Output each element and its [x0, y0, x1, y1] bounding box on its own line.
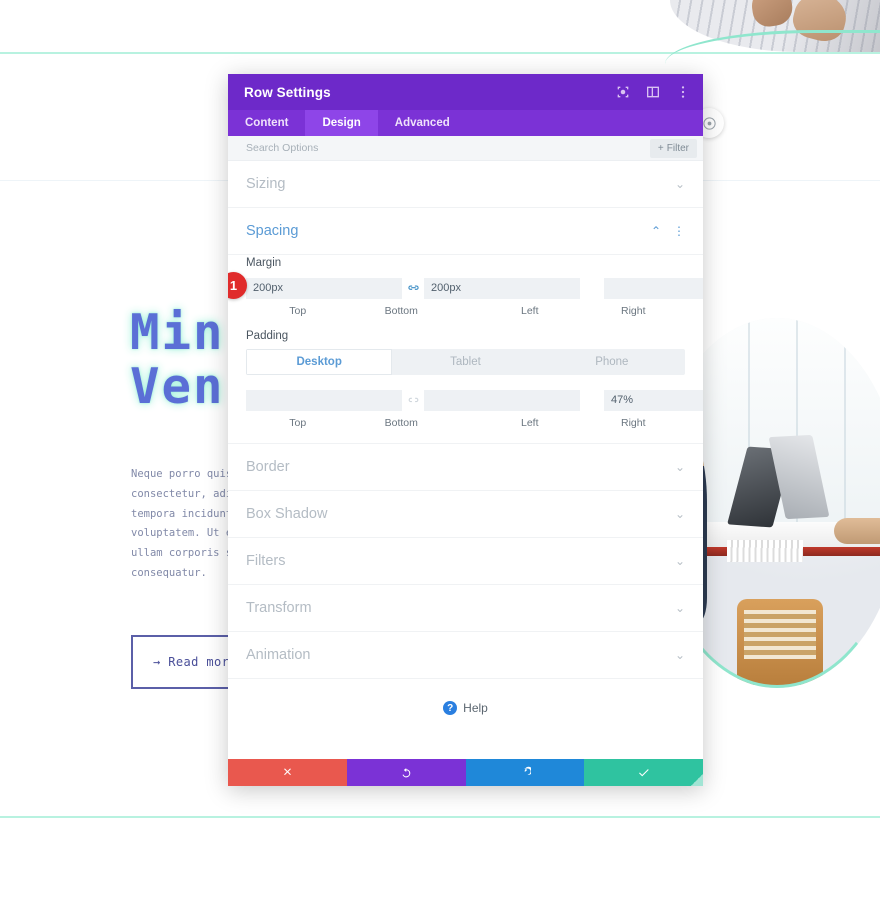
- section-spacing-label: Spacing: [246, 223, 299, 239]
- save-button[interactable]: [584, 759, 703, 786]
- chevron-down-icon: ⌄: [674, 177, 685, 191]
- device-phone[interactable]: Phone: [539, 349, 685, 375]
- chevron-down-icon: ⌄: [674, 507, 685, 521]
- tab-content[interactable]: Content: [228, 110, 305, 136]
- chevron-down-icon: ⌄: [674, 554, 685, 568]
- section-transform[interactable]: Transform ⌄: [228, 585, 703, 632]
- focus-target-icon[interactable]: [615, 84, 631, 100]
- layout-panel-icon[interactable]: [645, 84, 661, 100]
- margin-left-input[interactable]: [604, 277, 703, 299]
- margin-right-label: Right: [620, 305, 646, 317]
- section-animation[interactable]: Animation ⌄: [228, 632, 703, 679]
- padding-bottom-input[interactable]: [424, 389, 580, 411]
- filter-button[interactable]: + Filter: [649, 138, 697, 158]
- modal-title: Row Settings: [244, 84, 331, 100]
- redo-arrow-icon: [525, 766, 532, 775]
- page-title-line2: Ven: [130, 358, 225, 415]
- section-box-shadow[interactable]: Box Shadow ⌄: [228, 491, 703, 538]
- margin-bottom-label: Bottom: [384, 305, 418, 317]
- kebab-menu-icon[interactable]: [675, 84, 691, 100]
- section-spacing-menu-icon[interactable]: ⋮: [673, 225, 685, 237]
- padding-top-label: Top: [289, 417, 307, 429]
- chevron-down-icon: ⌄: [674, 460, 685, 474]
- section-filters[interactable]: Filters ⌄: [228, 538, 703, 585]
- search-bar: + Filter: [228, 136, 703, 161]
- section-sizing-label: Sizing: [246, 176, 286, 192]
- padding-right-label: Right: [620, 417, 646, 429]
- gear-icon: [702, 116, 716, 130]
- margin-top-input[interactable]: [246, 277, 402, 299]
- section-transform-label: Transform: [246, 600, 312, 616]
- section-animation-label: Animation: [246, 647, 311, 663]
- margin-top-label: Top: [289, 305, 307, 317]
- search-input[interactable]: [246, 142, 650, 154]
- margin-top-bottom-link-icon[interactable]: [402, 282, 424, 295]
- page-title-line1: Min: [130, 304, 225, 361]
- margin-left-label: Left: [520, 305, 539, 317]
- padding-device-toggle: Desktop Tablet Phone: [246, 349, 685, 375]
- section-filters-label: Filters: [246, 553, 286, 569]
- row-settings-modal: Row Settings Content Design Advanced + F…: [228, 74, 703, 786]
- device-tablet[interactable]: Tablet: [392, 349, 538, 375]
- resize-grip[interactable]: [691, 774, 703, 786]
- chevron-up-icon: ⌃: [650, 224, 661, 238]
- padding-left-input[interactable]: [604, 389, 703, 411]
- redo-button[interactable]: [465, 759, 585, 786]
- question-mark-icon: ?: [443, 701, 458, 715]
- modal-tabs: Content Design Advanced: [228, 110, 703, 136]
- tab-design[interactable]: Design: [305, 110, 378, 136]
- cancel-button[interactable]: [228, 759, 347, 786]
- device-desktop[interactable]: Desktop: [246, 349, 393, 375]
- chevron-down-icon: ⌄: [674, 648, 685, 662]
- modal-header-actions: [615, 84, 691, 100]
- close-x-icon: [283, 768, 291, 776]
- padding-bottom-label: Bottom: [384, 417, 418, 429]
- modal-header: Row Settings: [228, 74, 703, 110]
- undo-button[interactable]: [346, 759, 466, 786]
- spacing-panel: Margin 1 200px 200px Top Bottom Left Rig…: [228, 257, 703, 444]
- margin-fields: 1: [228, 272, 703, 300]
- margin-labels: Top Bottom Left Right: [246, 305, 685, 317]
- margin-bottom-input[interactable]: [424, 277, 580, 299]
- help-label: Help: [463, 701, 488, 715]
- section-border-label: Border: [246, 459, 290, 475]
- padding-label: Padding: [246, 330, 289, 342]
- section-sizing[interactable]: Sizing ⌄: [228, 161, 703, 208]
- padding-labels: Top Bottom Left Right: [246, 417, 685, 429]
- section-border[interactable]: Border ⌄: [228, 444, 703, 491]
- padding-top-input[interactable]: [246, 389, 402, 411]
- section-box-shadow-label: Box Shadow: [246, 506, 328, 522]
- padding-fields: [246, 388, 703, 412]
- padding-top-bottom-unlink-icon[interactable]: [402, 394, 424, 407]
- undo-arrow-icon: [402, 768, 410, 778]
- checkmark-icon: [639, 769, 649, 777]
- modal-footer: [228, 759, 703, 786]
- divider-bottom: [0, 816, 880, 818]
- chevron-down-icon: ⌄: [674, 601, 685, 615]
- help-link[interactable]: ? Help: [228, 679, 703, 715]
- padding-left-label: Left: [520, 417, 539, 429]
- plus-icon: +: [657, 142, 664, 154]
- page-title: Min Ven: [130, 306, 225, 414]
- filter-button-label: Filter: [666, 142, 689, 154]
- annotation-badge-1: 1: [228, 272, 247, 299]
- margin-label: Margin: [246, 257, 282, 269]
- tab-advanced[interactable]: Advanced: [378, 110, 467, 136]
- modal-body: Sizing ⌄ Spacing ⌃ ⋮ Margin 1 200px 200p…: [228, 161, 703, 759]
- section-spacing[interactable]: Spacing ⌃ ⋮: [228, 208, 703, 255]
